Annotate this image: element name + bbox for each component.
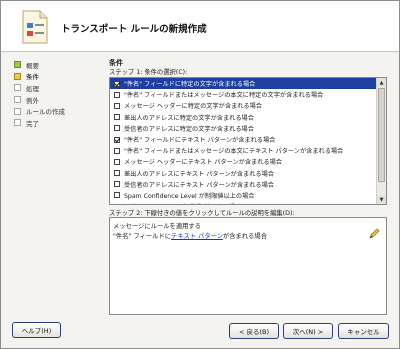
condition-checkbox[interactable] bbox=[114, 102, 120, 109]
condition-label: Spam Confidence Level が制限値以上の場合 bbox=[124, 192, 255, 200]
step-label: 処理 bbox=[26, 84, 39, 93]
step-status-icon bbox=[14, 107, 21, 115]
step1-label: ステップ 1: 条件の選択(C): bbox=[109, 69, 188, 76]
step-label: 例外 bbox=[26, 96, 39, 105]
wizard-title: トランスポート ルールの新規作成 bbox=[61, 24, 207, 35]
text-pattern-link[interactable]: テキスト パターン bbox=[171, 233, 223, 240]
condition-items: "件名" フィールドに特定の文字が含まれる場合 "件名" フィールドまたはメッセー… bbox=[110, 78, 376, 204]
scroll-up-icon[interactable]: ▲ bbox=[377, 78, 386, 87]
step-status-icon bbox=[14, 84, 21, 92]
condition-item[interactable]: 添付ファイルのサイズが制限値以上の場合 bbox=[110, 201, 376, 204]
pencil-icon[interactable] bbox=[368, 228, 380, 240]
description-condition-line: "件名" フィールドにテキスト パターンが含まれる場合 bbox=[113, 231, 267, 240]
condition-label: 添付ファイルのサイズが制限値以上の場合 bbox=[124, 202, 241, 204]
condition-item[interactable]: 受信者のアドレスにテキスト パターンが含まれる場合 bbox=[110, 179, 376, 190]
condition-checkbox[interactable] bbox=[114, 136, 120, 143]
condition-checkbox[interactable] bbox=[114, 125, 120, 132]
step-status-icon bbox=[14, 119, 21, 127]
step-status-icon bbox=[14, 96, 21, 104]
step-label: 概要 bbox=[26, 61, 39, 70]
condition-label: 受信者のアドレスに特定の文字が含まれる場合 bbox=[124, 125, 254, 133]
next-button[interactable]: 次へ(N) > bbox=[283, 323, 333, 339]
condition-label: "件名" フィールドまたはメッセージの本文に特定の文字が含まれる場合 bbox=[124, 92, 324, 100]
cancel-button[interactable]: キャンセル bbox=[338, 323, 389, 339]
wizard-steps: 概要 条件 処理 例外 ルールの作成 完了 bbox=[14, 59, 99, 129]
document-rule-icon bbox=[22, 10, 48, 44]
step-exceptions: 例外 bbox=[14, 94, 99, 106]
step-label: 条件 bbox=[26, 73, 39, 82]
new-transport-rule-dialog: トランスポート ルールの新規作成 概要 条件 処理 例外 ルールの作成 完了 条… bbox=[0, 0, 400, 349]
condition-label: 差出人のアドレスにテキスト パターンが含まれる場合 bbox=[124, 170, 274, 178]
condition-label: メッセージ ヘッダーに特定の文字が含まれる場合 bbox=[124, 103, 262, 111]
condition-list[interactable]: "件名" フィールドに特定の文字が含まれる場合 "件名" フィールドまたはメッセー… bbox=[109, 77, 387, 205]
scrollbar-thumb[interactable] bbox=[378, 88, 385, 182]
help-button[interactable]: ヘルプ(H) bbox=[12, 322, 61, 338]
description-apply-line: メッセージにルールを適用する bbox=[113, 223, 202, 230]
condition-item[interactable]: メッセージ ヘッダーにテキスト パターンが含まれる場合 bbox=[110, 156, 376, 167]
step-label: ルールの作成 bbox=[26, 108, 65, 117]
condition-label: "件名" フィールドにテキスト パターンが含まれる場合 bbox=[124, 137, 276, 145]
wizard-header: トランスポート ルールの新規作成 bbox=[1, 1, 399, 52]
step-label: 完了 bbox=[26, 119, 39, 128]
condition-item[interactable]: メッセージ ヘッダーに特定の文字が含まれる場合 bbox=[110, 100, 376, 111]
condition-checkbox[interactable] bbox=[114, 170, 120, 177]
vertical-scrollbar[interactable]: ▲ ▼ bbox=[376, 78, 386, 204]
condition-checkbox[interactable] bbox=[114, 203, 120, 204]
condition-item[interactable]: "件名" フィールドまたはメッセージの本文にテキスト パターンが含まれる場合 bbox=[110, 145, 376, 156]
condition-checkbox[interactable] bbox=[114, 147, 120, 154]
step-actions: 処理 bbox=[14, 82, 99, 94]
condition-item[interactable]: Spam Confidence Level が制限値以上の場合 bbox=[110, 190, 376, 201]
condition-item[interactable]: 受信者のアドレスに特定の文字が含まれる場合 bbox=[110, 123, 376, 134]
step-status-icon bbox=[14, 72, 21, 80]
condition-item[interactable]: "件名" フィールドに特定の文字が含まれる場合 bbox=[110, 78, 376, 90]
condition-label: 差出人のアドレスに特定の文字が含まれる場合 bbox=[124, 114, 254, 122]
back-button[interactable]: < 戻る(B) bbox=[229, 323, 279, 339]
scroll-down-icon[interactable]: ▼ bbox=[377, 195, 386, 204]
description-prefix: "件名" フィールドに bbox=[113, 233, 172, 240]
condition-checkbox[interactable] bbox=[114, 158, 120, 165]
step-conditions: 条件 bbox=[14, 71, 99, 83]
condition-checkbox[interactable] bbox=[114, 181, 120, 188]
step2-label: ステップ 2: 下線付きの値をクリックしてルールの説明を編集(D): bbox=[109, 210, 295, 217]
condition-checkbox[interactable] bbox=[114, 192, 120, 199]
description-suffix: が含まれる場合 bbox=[222, 233, 267, 240]
condition-item[interactable]: "件名" フィールドまたはメッセージの本文に特定の文字が含まれる場合 bbox=[110, 89, 376, 100]
condition-label: メッセージ ヘッダーにテキスト パターンが含まれる場合 bbox=[124, 159, 282, 167]
condition-checkbox[interactable] bbox=[114, 114, 120, 121]
condition-checkbox[interactable] bbox=[114, 91, 120, 98]
step-completion: 完了 bbox=[14, 117, 99, 129]
rule-description-box: メッセージにルールを適用する "件名" フィールドにテキスト パターンが含まれる… bbox=[109, 217, 387, 315]
condition-item[interactable]: 差出人のアドレスにテキスト パターンが含まれる場合 bbox=[110, 168, 376, 179]
step-status-icon bbox=[14, 61, 21, 69]
step-create-rule: ルールの作成 bbox=[14, 105, 99, 117]
condition-label: "件名" フィールドに特定の文字が含まれる場合 bbox=[124, 81, 256, 89]
condition-item[interactable]: 差出人のアドレスに特定の文字が含まれる場合 bbox=[110, 112, 376, 123]
condition-checkbox[interactable] bbox=[114, 80, 120, 87]
step-overview: 概要 bbox=[14, 59, 99, 71]
condition-item[interactable]: "件名" フィールドにテキスト パターンが含まれる場合 bbox=[110, 134, 376, 145]
condition-label: "件名" フィールドまたはメッセージの本文にテキスト パターンが含まれる場合 bbox=[124, 148, 344, 156]
condition-label: 受信者のアドレスにテキスト パターンが含まれる場合 bbox=[124, 181, 274, 189]
